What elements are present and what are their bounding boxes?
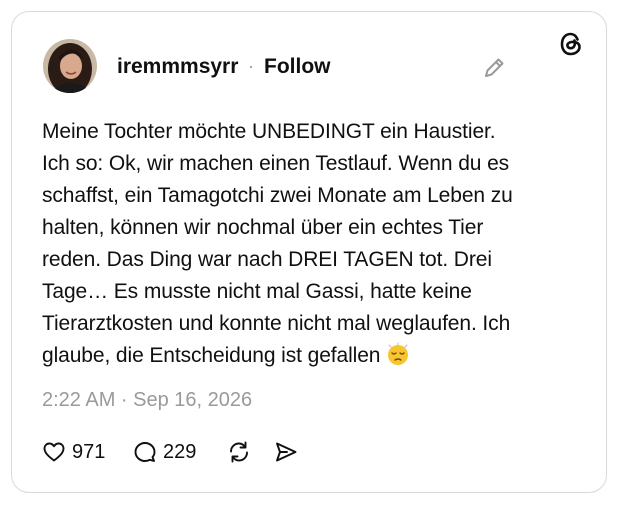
follow-button[interactable]: Follow bbox=[264, 55, 331, 79]
post-body: Meine Tochter möchte UNBEDINGT ein Haust… bbox=[42, 116, 582, 372]
post-timestamp[interactable]: 2:22 AM · Sep 16, 2026 bbox=[42, 389, 252, 412]
edit-pencil-icon[interactable] bbox=[481, 55, 507, 81]
post-text-line: glaube, die Entscheidung ist gefallen bbox=[42, 344, 381, 367]
reply-count: 229 bbox=[163, 440, 197, 463]
threads-logo-icon[interactable] bbox=[557, 30, 585, 58]
post-text-last-line: glaube, die Entscheidung ist gefallen bbox=[42, 340, 582, 372]
separator-dot: · bbox=[248, 56, 254, 76]
post-text-line: Ich so: Ok, wir machen einen Testlauf. W… bbox=[42, 152, 510, 175]
repost-button[interactable] bbox=[226, 437, 252, 467]
post-text-line: schaffst, ein Tamagotchi zwei Monate am … bbox=[42, 184, 513, 207]
like-count: 971 bbox=[72, 440, 106, 463]
repost-icon bbox=[230, 441, 248, 463]
post-text-line: Tierarztkosten und konnte nicht mal wegl… bbox=[42, 312, 511, 335]
username-link[interactable]: iremmmsyrr bbox=[117, 55, 238, 79]
share-button[interactable] bbox=[273, 437, 299, 467]
share-icon bbox=[276, 442, 297, 462]
reply-button[interactable]: 229 bbox=[133, 437, 196, 467]
post-text-line: Tage… Es musste nicht mal Gassi, hatte k… bbox=[42, 280, 472, 303]
post-text-line: Meine Tochter möchte UNBEDINGT ein Haust… bbox=[42, 120, 496, 143]
avatar-image bbox=[43, 39, 97, 93]
avatar[interactable] bbox=[43, 39, 97, 93]
post-text-line: halten, können wir nochmal über ein echt… bbox=[42, 216, 484, 239]
post-text-line: reden. Das Ding war nach DREI TAGEN tot.… bbox=[42, 248, 492, 271]
heart-icon bbox=[43, 442, 65, 462]
sleepy-sad-face-icon bbox=[388, 342, 409, 365]
reply-bubble-icon bbox=[134, 442, 156, 462]
like-button[interactable]: 971 bbox=[42, 437, 105, 467]
